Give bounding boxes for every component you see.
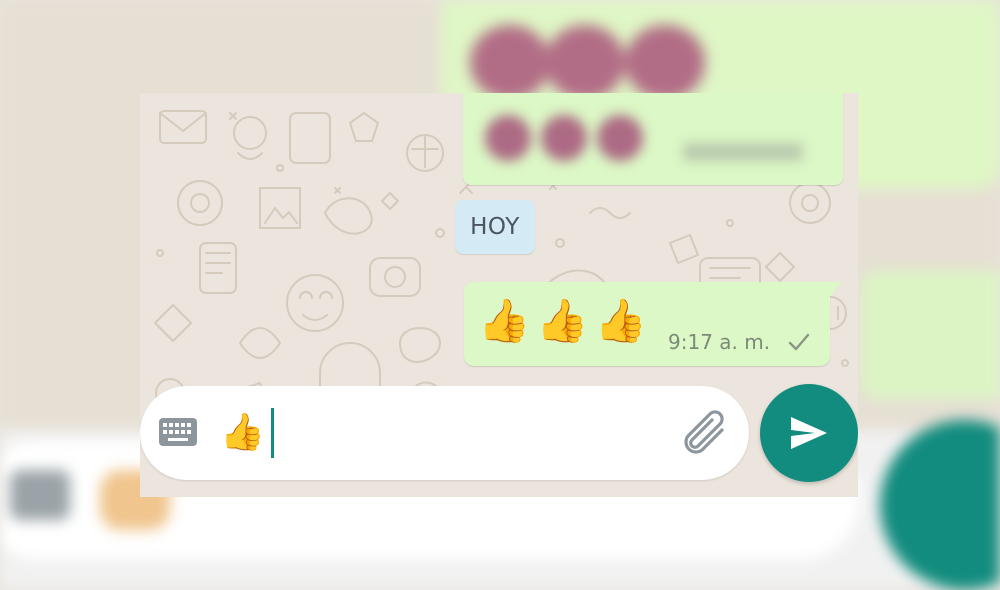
background-blob	[470, 25, 550, 100]
single-check-icon	[788, 333, 810, 351]
message-time: 9:17 a. m.	[668, 330, 771, 354]
message-text-field[interactable]: 👍	[220, 404, 274, 462]
background-bubble	[860, 270, 1000, 400]
blurred-emoji	[597, 115, 643, 161]
send-button[interactable]	[760, 384, 858, 482]
send-arrow-icon	[791, 417, 827, 449]
date-divider: HOY	[455, 200, 535, 254]
chat-panel: HOY 👍👍👍 9:17 a. m. 👍	[140, 93, 858, 497]
background-blob	[625, 25, 705, 100]
blurred-emoji	[485, 115, 531, 161]
typed-text: 👍	[220, 412, 265, 453]
blurred-emoji	[541, 115, 587, 161]
bubble-tail	[830, 282, 842, 296]
outgoing-message-bubble[interactable]: 👍👍👍 9:17 a. m.	[464, 282, 830, 366]
message-text: 👍👍👍	[478, 296, 653, 345]
previous-message-bubble	[463, 93, 843, 185]
blurred-content	[463, 93, 843, 185]
blurred-timestamp	[683, 143, 803, 161]
background-keyboard	[10, 470, 70, 520]
paperclip-icon[interactable]	[678, 410, 730, 456]
text-cursor	[270, 408, 274, 458]
keyboard-icon[interactable]	[158, 417, 198, 447]
background-blob	[545, 25, 625, 100]
message-input-bar[interactable]: 👍	[140, 386, 749, 480]
